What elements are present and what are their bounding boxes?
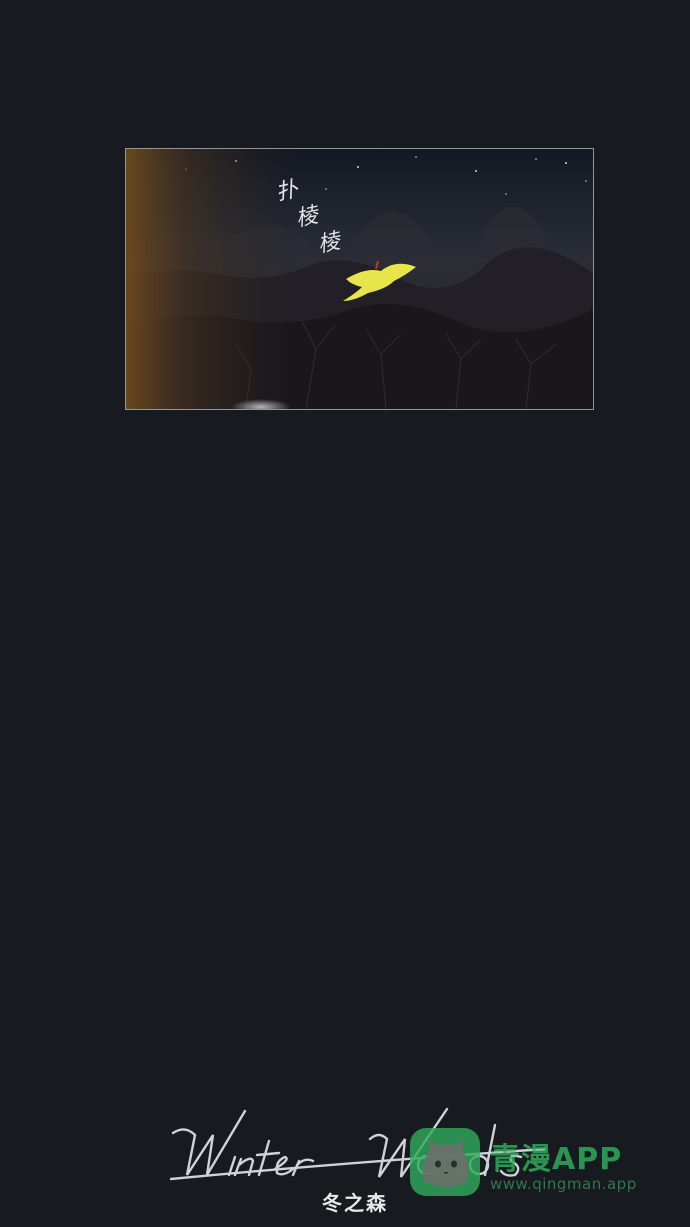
sfx-char: 棱 <box>315 228 343 259</box>
title-subtitle: 冬之森 <box>322 1191 388 1215</box>
watermark-name: 青漫APP <box>490 1142 623 1177</box>
watermark-url: www.qingman.app <box>490 1175 637 1193</box>
comic-panel: 扑 棱 棱 <box>125 148 594 410</box>
night-forest-illustration <box>126 149 593 409</box>
cat-logo-icon <box>410 1128 480 1196</box>
comic-page: 扑 棱 棱 冬之森 青漫APP www.qingman.app <box>0 0 690 1227</box>
sfx-char: 扑 <box>273 176 301 207</box>
sfx-char: 棱 <box>293 202 321 233</box>
